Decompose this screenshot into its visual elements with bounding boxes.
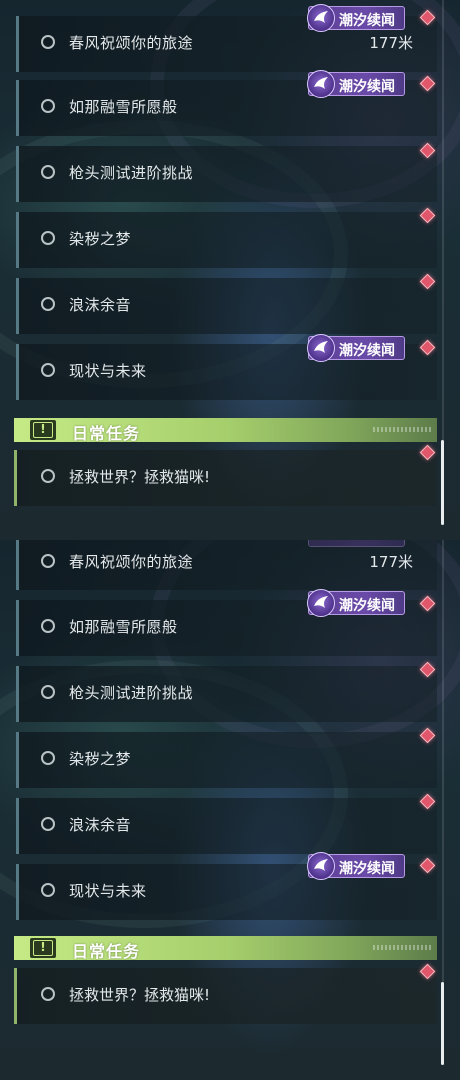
quest-distance: 177米: [369, 34, 413, 52]
quest-item[interactable]: 春风祝颂你的旅途 177米: [16, 540, 437, 590]
quest-title: 浪沫余音: [69, 296, 132, 314]
radio-circle-icon[interactable]: [41, 554, 55, 568]
radio-circle-icon[interactable]: [41, 883, 55, 897]
tide-tag-badge: 潮汐续闻: [307, 334, 405, 362]
quest-title: 如那融雪所愿般: [69, 98, 178, 116]
quest-title: 现状与未来: [69, 362, 147, 380]
quest-list-panel-top: 春风祝颂你的旅途 177米 潮汐续闻 如那融雪所愿般 潮汐续闻 枪头测试进阶挑战…: [0, 0, 460, 540]
scrollbar-thumb[interactable]: [441, 440, 444, 525]
radio-circle-icon[interactable]: [41, 619, 55, 633]
quest-title: 如那融雪所愿般: [69, 618, 178, 636]
quest-item[interactable]: 染秽之梦: [16, 732, 437, 788]
tide-tag-badge: 潮汐续闻: [307, 70, 405, 98]
tide-tag-badge: 潮汐续闻: [307, 589, 405, 617]
tag-label: 潮汐续闻: [339, 79, 395, 95]
tide-emblem-icon: [307, 852, 335, 880]
radio-circle-icon[interactable]: [41, 35, 55, 49]
exclamation-icon: !: [30, 420, 56, 440]
quest-title: 染秽之梦: [69, 230, 132, 248]
radio-circle-icon[interactable]: [41, 685, 55, 699]
radio-circle-icon[interactable]: [41, 469, 55, 483]
daily-section-header[interactable]: ! 日常任务: [14, 418, 437, 443]
header-decoration: [373, 427, 431, 432]
radio-circle-icon[interactable]: [41, 751, 55, 765]
daily-quest-item[interactable]: 拯救世界？拯救猫咪!: [14, 450, 437, 506]
quest-item[interactable]: 染秽之梦: [16, 212, 437, 268]
quest-title: 浪沫余音: [69, 816, 132, 834]
quest-title: 枪头测试进阶挑战: [69, 684, 194, 702]
daily-section-header[interactable]: ! 日常任务: [14, 936, 437, 961]
exclamation-icon: !: [30, 938, 56, 958]
section-title: 日常任务: [72, 942, 141, 961]
quest-title: 春风祝颂你的旅途: [69, 553, 194, 571]
quest-item[interactable]: 枪头测试进阶挑战: [16, 146, 437, 202]
header-decoration: [373, 945, 431, 950]
radio-circle-icon[interactable]: [41, 297, 55, 311]
quest-item[interactable]: 浪沫余音: [16, 278, 437, 334]
quest-title: 枪头测试进阶挑战: [69, 164, 194, 182]
radio-circle-icon[interactable]: [41, 817, 55, 831]
radio-circle-icon[interactable]: [41, 99, 55, 113]
quest-item[interactable]: 浪沫余音: [16, 798, 437, 854]
radio-circle-icon[interactable]: [41, 165, 55, 179]
tag-label: 潮汐续闻: [339, 13, 395, 29]
tide-emblem-icon: [307, 70, 335, 98]
scrollbar-thumb[interactable]: [441, 982, 444, 1065]
tide-tag-badge: 潮汐续闻: [307, 4, 405, 32]
tide-emblem-icon: [307, 334, 335, 362]
tag-label: 潮汐续闻: [339, 861, 395, 877]
tide-tag-badge: 潮汐续闻: [307, 852, 405, 880]
radio-circle-icon[interactable]: [41, 231, 55, 245]
tag-label: 潮汐续闻: [339, 598, 395, 614]
tide-emblem-icon: [307, 589, 335, 617]
quest-title: 春风祝颂你的旅途: [69, 34, 194, 52]
daily-quest-item[interactable]: 拯救世界？拯救猫咪!: [14, 968, 437, 1024]
radio-circle-icon[interactable]: [41, 363, 55, 377]
quest-distance: 177米: [369, 553, 413, 571]
tide-emblem-icon: [307, 4, 335, 32]
quest-title: 现状与未来: [69, 882, 147, 900]
section-title: 日常任务: [72, 424, 141, 443]
quest-title: 拯救世界？拯救猫咪!: [69, 468, 211, 486]
tag-label: 潮汐续闻: [339, 343, 395, 359]
radio-circle-icon[interactable]: [41, 987, 55, 1001]
quest-list-panel-bottom: 春风祝颂你的旅途 177米 如那融雪所愿般 潮汐续闻 枪头测试进阶挑战 染秽之梦…: [0, 540, 460, 1080]
quest-title: 染秽之梦: [69, 750, 132, 768]
quest-title: 拯救世界？拯救猫咪!: [69, 986, 211, 1004]
quest-item[interactable]: 枪头测试进阶挑战: [16, 666, 437, 722]
